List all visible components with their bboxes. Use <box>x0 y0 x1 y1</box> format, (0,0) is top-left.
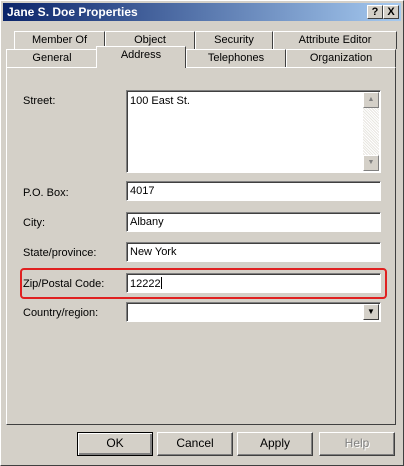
zip-label: Zip/Postal Code: <box>23 278 105 290</box>
window-title: Jane S. Doe Properties <box>7 5 138 19</box>
state-input[interactable]: New York <box>126 242 381 262</box>
tab-label: Telephones <box>207 52 265 64</box>
tab-label: Security <box>214 34 254 46</box>
tab-label: Organization <box>309 52 373 64</box>
ok-button[interactable]: OK <box>77 432 153 456</box>
scroll-up-icon[interactable]: ▲ <box>363 92 379 108</box>
text-caret <box>160 277 162 289</box>
tab-label: Member Of <box>31 34 87 46</box>
street-input[interactable]: 100 East St. ▲ ▼ <box>126 90 381 173</box>
help-icon[interactable]: ? <box>367 5 383 19</box>
city-label: City: <box>23 217 45 229</box>
city-input[interactable]: Albany <box>126 212 381 232</box>
title-bar: Jane S. Doe Properties ? X <box>3 3 401 21</box>
tab-telephones[interactable]: Telephones <box>186 49 286 67</box>
tab-attribute-editor[interactable]: Attribute Editor <box>273 31 397 49</box>
zip-value: 12222 <box>130 278 161 290</box>
help-button[interactable]: Help <box>319 432 395 456</box>
country-label: Country/region: <box>23 307 99 319</box>
po-box-label: P.O. Box: <box>23 187 69 199</box>
tab-security[interactable]: Security <box>195 31 273 49</box>
cancel-button[interactable]: Cancel <box>157 432 233 456</box>
tab-label: General <box>32 52 72 64</box>
street-label: Street: <box>23 95 56 107</box>
tab-address[interactable]: Address <box>96 46 186 68</box>
street-value: 100 East St. <box>130 95 190 107</box>
tab-label: Address <box>120 49 162 61</box>
tab-label: Attribute Editor <box>298 34 372 46</box>
apply-button[interactable]: Apply <box>237 432 313 456</box>
tab-general[interactable]: General <box>6 49 98 67</box>
zip-input[interactable]: 12222 <box>126 273 381 293</box>
tab-member-of[interactable]: Member Of <box>14 31 105 49</box>
po-box-input[interactable]: 4017 <box>126 181 381 201</box>
chevron-down-icon[interactable]: ▼ <box>363 304 379 320</box>
close-icon[interactable]: X <box>383 5 399 19</box>
state-label: State/province: <box>23 247 97 259</box>
tab-organization[interactable]: Organization <box>286 49 396 67</box>
address-panel: Street: 100 East St. ▲ ▼ P.O. Box: 4017 … <box>6 67 396 425</box>
street-scrollbar[interactable]: ▲ ▼ <box>363 92 379 171</box>
country-select[interactable]: ▼ <box>126 302 381 322</box>
tab-label: Object <box>134 34 166 46</box>
scroll-down-icon[interactable]: ▼ <box>363 155 379 171</box>
